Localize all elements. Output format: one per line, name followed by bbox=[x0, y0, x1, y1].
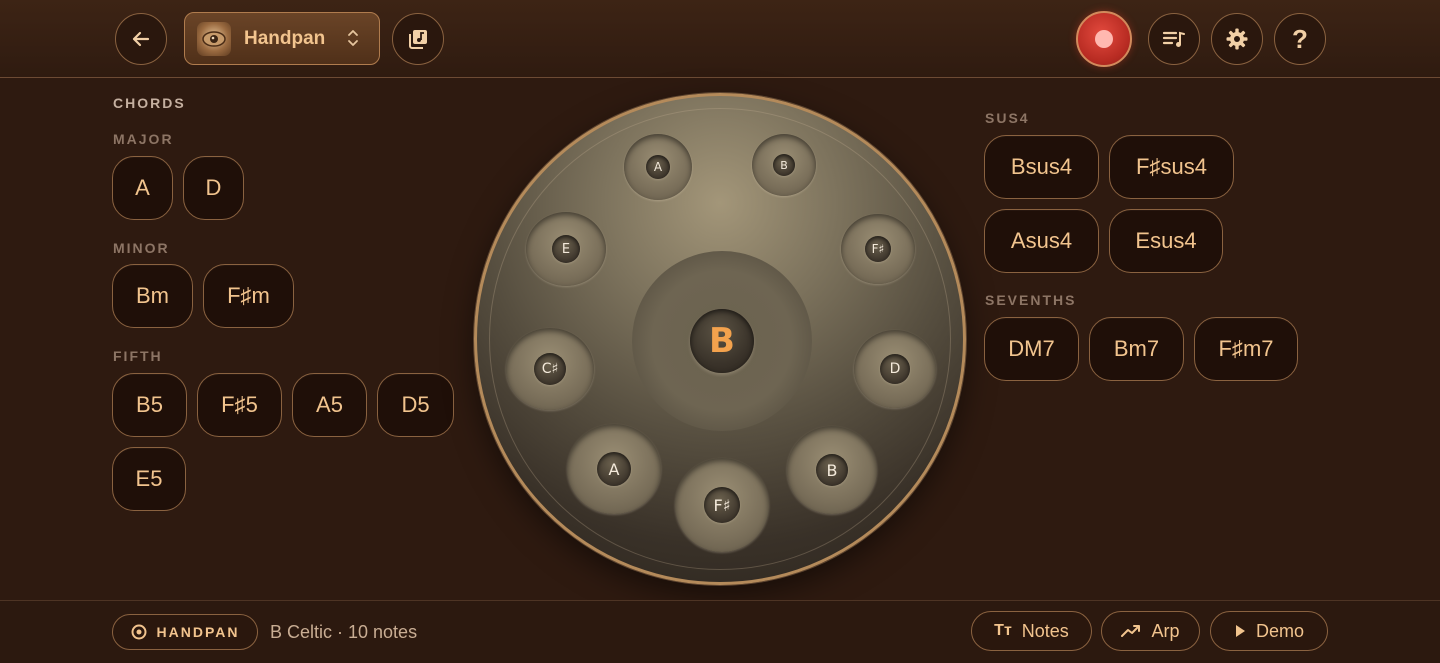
note-label: B bbox=[773, 154, 795, 176]
tone-field-b-top[interactable]: B bbox=[752, 134, 816, 196]
chord-button[interactable]: F♯m bbox=[203, 264, 294, 328]
tone-field-fsharp-bottom[interactable]: F♯ bbox=[675, 458, 769, 552]
playlist-icon bbox=[1162, 31, 1185, 47]
note-label: A bbox=[646, 155, 670, 179]
play-icon bbox=[1235, 625, 1245, 637]
scale-info: B Celtic · 10 notes bbox=[270, 622, 418, 642]
chord-button[interactable]: F♯5 bbox=[197, 373, 282, 437]
help-icon: ? bbox=[1292, 23, 1308, 54]
instrument-selector[interactable]: Handpan bbox=[184, 12, 380, 65]
major-label: MAJOR bbox=[113, 131, 174, 147]
chords-heading: CHORDS bbox=[113, 95, 186, 111]
chord-button[interactable]: Asus4 bbox=[984, 209, 1099, 273]
sevenths-label: SEVENTHS bbox=[985, 292, 1077, 308]
trend-icon bbox=[1121, 625, 1141, 637]
chord-button[interactable]: Bm bbox=[112, 264, 193, 328]
settings-button[interactable] bbox=[1211, 13, 1263, 65]
handpan: B A B E F♯ C♯ D A B F♯ bbox=[474, 93, 966, 585]
chord-button[interactable]: Esus4 bbox=[1109, 209, 1223, 273]
note-label: F♯ bbox=[704, 487, 740, 523]
library-icon bbox=[409, 30, 427, 49]
back-arrow-icon bbox=[132, 31, 150, 47]
text-size-icon: Tт bbox=[994, 622, 1012, 639]
record-icon bbox=[1095, 30, 1113, 48]
chord-button[interactable]: DM7 bbox=[984, 317, 1079, 381]
arp-button[interactable]: Arp bbox=[1101, 611, 1200, 651]
instrument-dot-icon bbox=[131, 624, 147, 640]
tone-field-e[interactable]: E bbox=[526, 212, 606, 286]
tone-field-d[interactable]: D bbox=[854, 330, 936, 408]
minor-label: MINOR bbox=[113, 240, 170, 256]
demo-label: Demo bbox=[1255, 620, 1304, 641]
note-label: B bbox=[816, 454, 848, 486]
tone-field-fsharp-right[interactable]: F♯ bbox=[841, 214, 915, 284]
notes-label: Notes bbox=[1021, 620, 1069, 641]
chord-button[interactable]: F♯m7 bbox=[1194, 317, 1298, 381]
instrument-badge: HANDPAN bbox=[112, 614, 258, 650]
note-label: F♯ bbox=[865, 236, 891, 262]
chord-button[interactable]: D bbox=[183, 156, 244, 220]
chord-button[interactable]: B5 bbox=[112, 373, 187, 437]
playlist-button[interactable] bbox=[1148, 13, 1200, 65]
back-button[interactable] bbox=[115, 13, 167, 65]
record-button[interactable] bbox=[1076, 11, 1132, 67]
chord-button[interactable]: D5 bbox=[377, 373, 454, 437]
chord-button[interactable]: A bbox=[112, 156, 173, 220]
badge-label: HANDPAN bbox=[156, 624, 240, 640]
ding-note[interactable]: B bbox=[690, 309, 754, 373]
tone-field-a-bottom[interactable]: A bbox=[567, 424, 661, 514]
handpan-thumbnail bbox=[197, 21, 231, 56]
tone-field-a-top[interactable]: A bbox=[624, 134, 692, 200]
note-label: C♯ bbox=[534, 353, 566, 385]
chord-button[interactable]: Bsus4 bbox=[984, 135, 1099, 199]
instrument-name: Handpan bbox=[244, 27, 326, 49]
note-label: D bbox=[880, 354, 910, 384]
arp-label: Arp bbox=[1151, 620, 1180, 641]
demo-button[interactable]: Demo bbox=[1210, 611, 1328, 651]
note-label: A bbox=[597, 452, 631, 486]
gear-icon bbox=[1226, 28, 1248, 50]
tone-field-b-bottom[interactable]: B bbox=[787, 426, 877, 514]
chord-button[interactable]: A5 bbox=[292, 373, 367, 437]
chevron-updown-icon bbox=[348, 30, 358, 46]
library-button[interactable] bbox=[392, 13, 444, 65]
notes-button[interactable]: Tт Notes bbox=[971, 611, 1092, 651]
help-button[interactable]: ? bbox=[1274, 13, 1326, 65]
tone-field-csharp[interactable]: C♯ bbox=[506, 328, 594, 410]
chord-button[interactable]: F♯sus4 bbox=[1109, 135, 1234, 199]
sus4-label: SUS4 bbox=[985, 110, 1030, 126]
note-label: E bbox=[552, 235, 580, 263]
chord-button[interactable]: E5 bbox=[112, 447, 186, 511]
fifth-label: FIFTH bbox=[113, 348, 163, 364]
chord-button[interactable]: Bm7 bbox=[1089, 317, 1184, 381]
